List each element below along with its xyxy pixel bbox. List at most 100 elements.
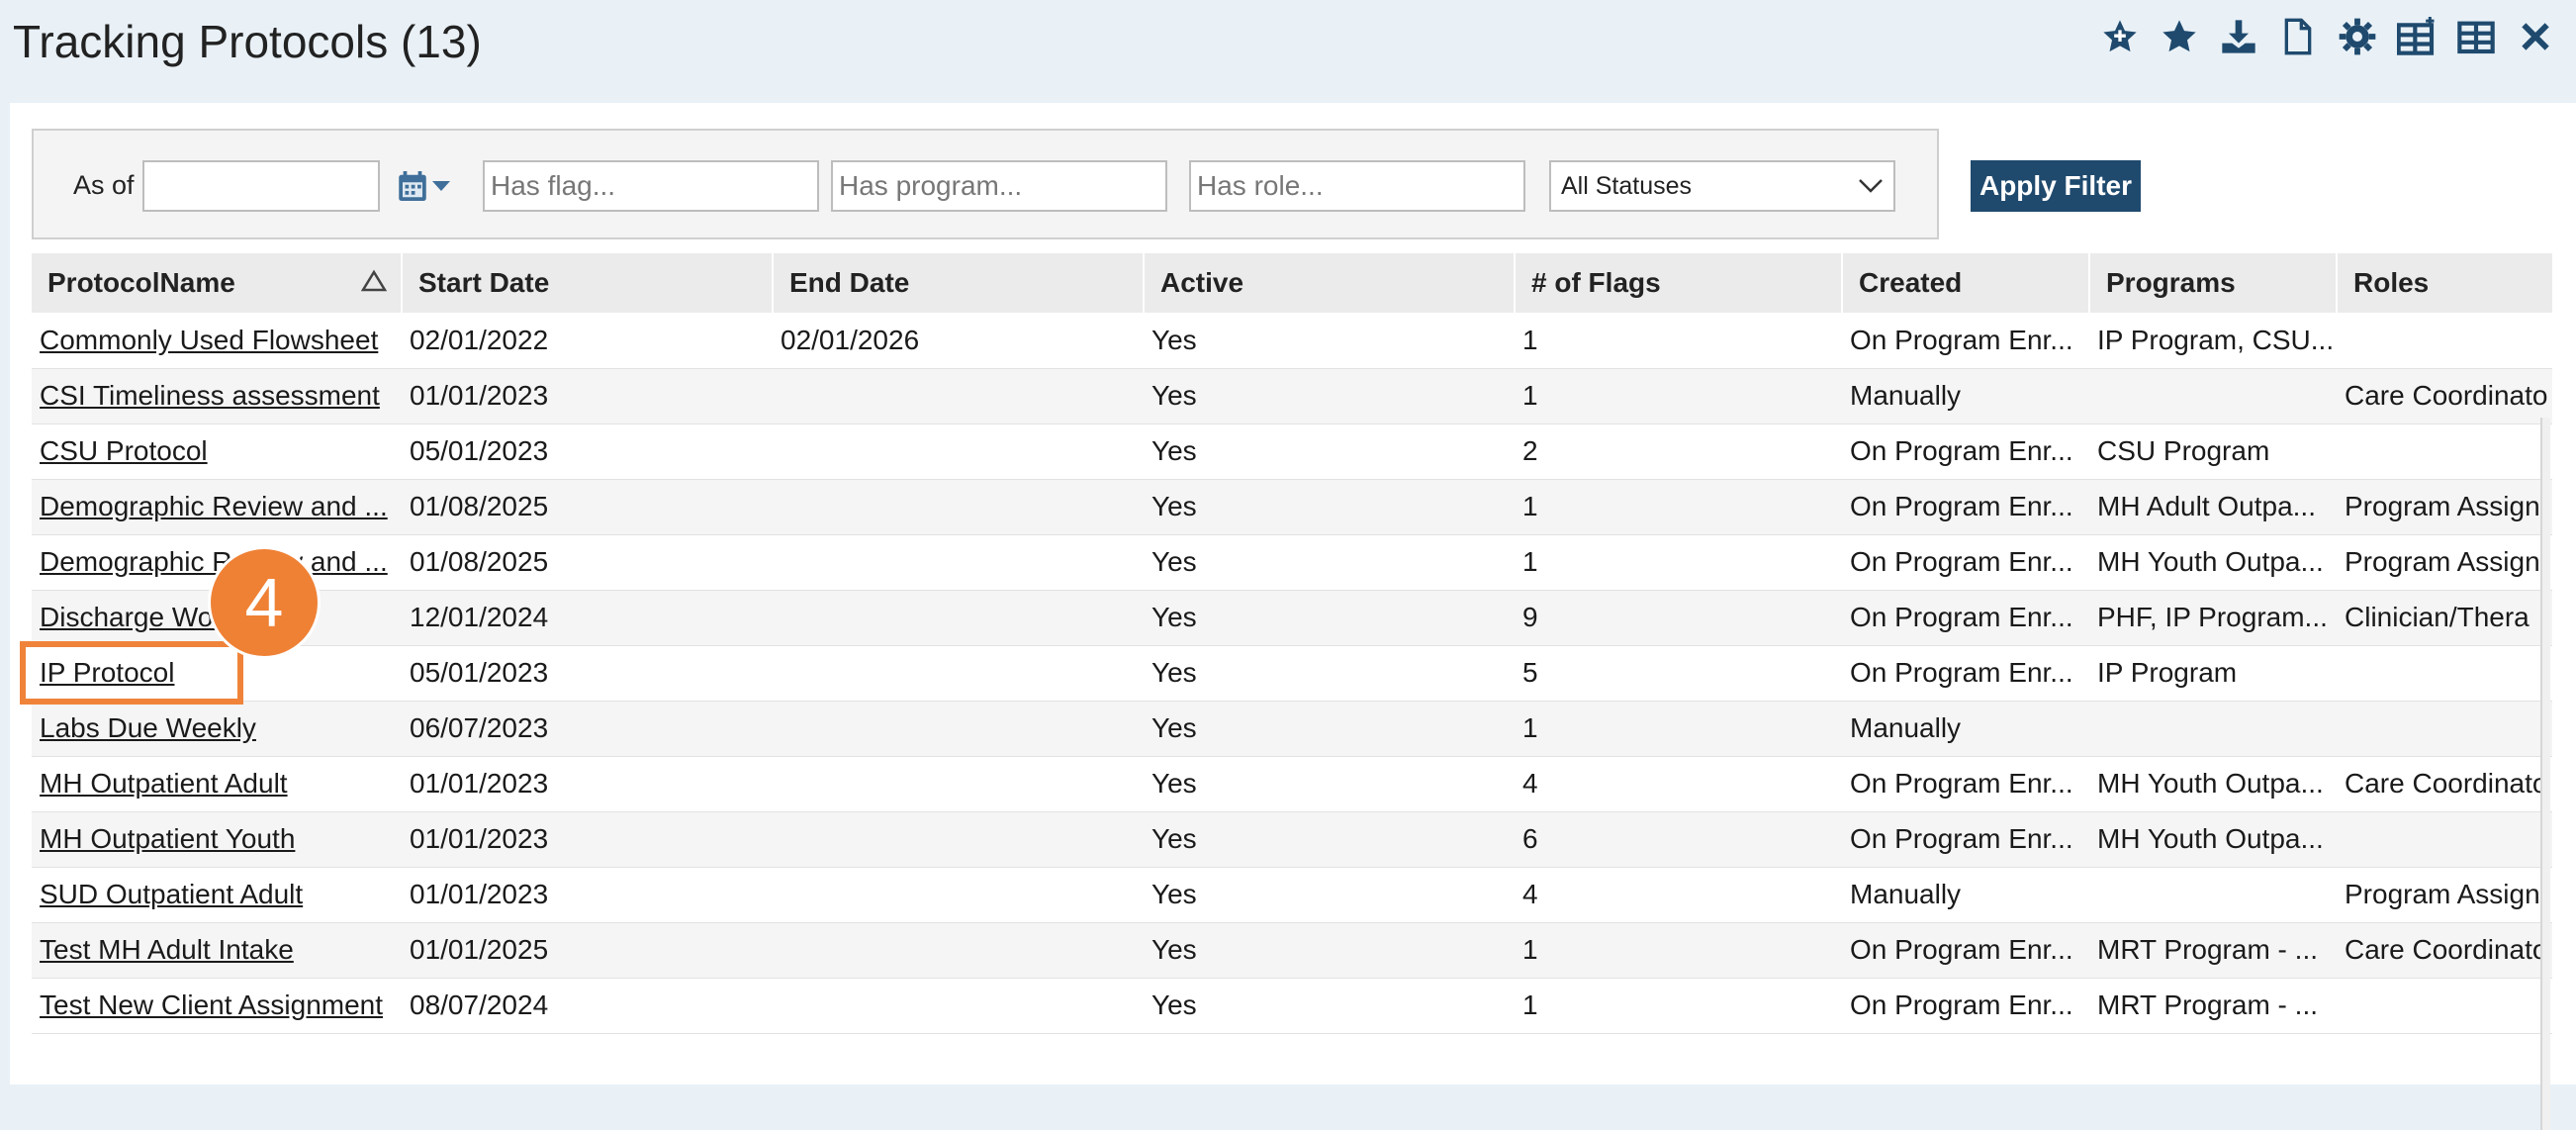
protocol-name-link[interactable]: Test MH Adult Intake [40,934,294,965]
table-row[interactable]: Commonly Used Flowsheet 02/01/2022 02/01/2… [32,313,2552,369]
document-icon[interactable] [2275,14,2321,59]
table-row[interactable]: Discharge Work 12/01/2024 Yes 9 On Program E… [32,590,2552,646]
content-panel: As of All Statuses Apply Filter Protocol… [10,103,2576,1130]
table-row[interactable]: SUD Outpatient Adult 01/01/2023 Yes 4 Manual… [32,867,2552,923]
has-program-input[interactable] [831,160,1167,212]
star-icon[interactable] [2157,14,2202,59]
table-cell: MRT Program - ... [2089,978,2337,1034]
table-cell: 01/01/2025 [402,922,773,979]
table-cell: 6 [1515,811,1842,868]
table-cell: 1 [1515,313,1842,369]
table-row[interactable]: MH Outpatient Adult 01/01/2023 Yes 4 On Prog… [32,756,2552,812]
table-cell [773,922,1144,979]
protocols-table: ProtocolName Start Date End Date Active … [32,253,2552,1034]
table-row[interactable]: Demographic Review and ... 01/08/2025 Yes 1… [32,479,2552,535]
table-row[interactable]: CSI Timeliness assessment 01/01/2023 Yes 1 M… [32,368,2552,424]
table-header-row: ProtocolName Start Date End Date Active … [32,253,2552,313]
table-cell: MH Outpatient Adult [32,756,402,812]
page-title: Tracking Protocols (13) [13,16,482,67]
table-cell [2337,424,2552,480]
table-cell: On Program Enr... [1842,479,2089,535]
table-cell: On Program Enr... [1842,424,2089,480]
table-cell: 02/01/2022 [402,313,773,369]
download-icon[interactable] [2216,14,2261,59]
table-row[interactable]: Test MH Adult Intake 01/01/2025 Yes 1 On Pro… [32,922,2552,979]
protocol-name-link[interactable]: MH Outpatient Youth [40,823,295,854]
as-of-date-input[interactable] [142,160,380,212]
protocol-name-link[interactable]: Commonly Used Flowsheet [40,325,378,355]
gear-icon[interactable] [2335,14,2380,59]
table-row[interactable]: MH Outpatient Youth 01/01/2023 Yes 6 On Prog… [32,811,2552,868]
table-cell: IP Program [2089,645,2337,702]
table-cell: On Program Enr... [1842,645,2089,702]
table-cell: Test New Client Assignment [32,978,402,1034]
table-cell: Care Coordinato [2337,922,2552,979]
table-cell: MH Youth Outpa... [2089,756,2337,812]
protocol-name-link[interactable]: CSI Timeliness assessment [40,380,380,411]
add-favorite-icon[interactable] [2097,14,2143,59]
table-cell: 08/07/2024 [402,978,773,1034]
table-cell: Yes [1144,479,1515,535]
table-row[interactable]: Demographic Review and ... 01/08/2025 Yes 1… [32,534,2552,591]
protocols-grid: ProtocolName Start Date End Date Active … [32,253,2552,1084]
sort-ascending-icon[interactable] [361,269,387,293]
table-cell [2337,313,2552,369]
apply-filter-button[interactable]: Apply Filter [1971,160,2141,212]
column-header-flags[interactable]: # of Flags [1515,253,1843,313]
protocol-name-link[interactable]: Test New Client Assignment [40,989,383,1020]
protocol-name-link[interactable]: Discharge Work [40,602,236,632]
table-cell: Manually [1842,867,2089,923]
protocol-name-link[interactable]: Demographic Review and ... [40,546,388,577]
table-cell: Commonly Used Flowsheet [32,313,402,369]
add-grid-icon[interactable] [2394,14,2439,59]
protocol-name-link[interactable]: IP Protocol [40,657,174,688]
column-header-programs[interactable]: Programs [2089,253,2338,313]
chevron-down-icon [1859,179,1883,193]
table-cell: Test MH Adult Intake [32,922,402,979]
protocol-name-link[interactable]: MH Outpatient Adult [40,768,288,799]
table-cell [773,867,1144,923]
status-select[interactable]: All Statuses [1549,160,1895,212]
table-cell [773,534,1144,591]
protocol-name-link[interactable]: Demographic Review and ... [40,491,388,521]
table-cell: 12/01/2024 [402,590,773,646]
protocol-name-link[interactable]: CSU Protocol [40,435,208,466]
has-role-input[interactable] [1189,160,1525,212]
column-header-protocolname[interactable]: ProtocolName [32,253,403,313]
as-of-label: As of [73,170,135,200]
table-cell: 1 [1515,368,1842,424]
table-row[interactable]: Labs Due Weekly 06/07/2023 Yes 1 Manually [32,701,2552,757]
column-header-start-date[interactable]: Start Date [402,253,774,313]
table-cell: On Program Enr... [1842,313,2089,369]
table-cell: Yes [1144,534,1515,591]
table-cell [2337,701,2552,757]
protocol-name-link[interactable]: Labs Due Weekly [40,712,256,743]
table-cell: MH Youth Outpa... [2089,811,2337,868]
grid-icon[interactable] [2453,14,2499,59]
table-row[interactable]: CSU Protocol 05/01/2023 Yes 2 On Program Enr… [32,424,2552,480]
close-icon[interactable] [2513,14,2558,59]
table-cell: MH Youth Outpa... [2089,534,2337,591]
table-cell: Yes [1144,978,1515,1034]
table-cell: Demographic Review and ... [32,479,402,535]
table-cell: Program Assign [2337,534,2552,591]
table-cell: MH Outpatient Youth [32,811,402,868]
table-cell [2089,701,2337,757]
table-cell: On Program Enr... [1842,811,2089,868]
vertical-scrollbar[interactable] [2540,418,2550,1130]
has-flag-input[interactable] [483,160,819,212]
table-row[interactable]: IP Protocol 05/01/2023 Yes 5 On Program Enr.… [32,645,2552,702]
calendar-dropdown-button[interactable] [398,166,467,206]
filter-bar: As of All Statuses Apply Filter [32,129,2141,239]
table-cell: On Program Enr... [1842,978,2089,1034]
step-badge: 4 [208,546,321,659]
column-header-created[interactable]: Created [1842,253,2090,313]
table-cell [2337,645,2552,702]
column-header-roles[interactable]: Roles [2337,253,2552,313]
column-header-end-date[interactable]: End Date [773,253,1145,313]
caret-down-icon [432,181,450,191]
table-cell [773,479,1144,535]
column-header-active[interactable]: Active [1144,253,1516,313]
protocol-name-link[interactable]: SUD Outpatient Adult [40,879,303,909]
table-row[interactable]: Test New Client Assignment 08/07/2024 Yes 1… [32,978,2552,1034]
